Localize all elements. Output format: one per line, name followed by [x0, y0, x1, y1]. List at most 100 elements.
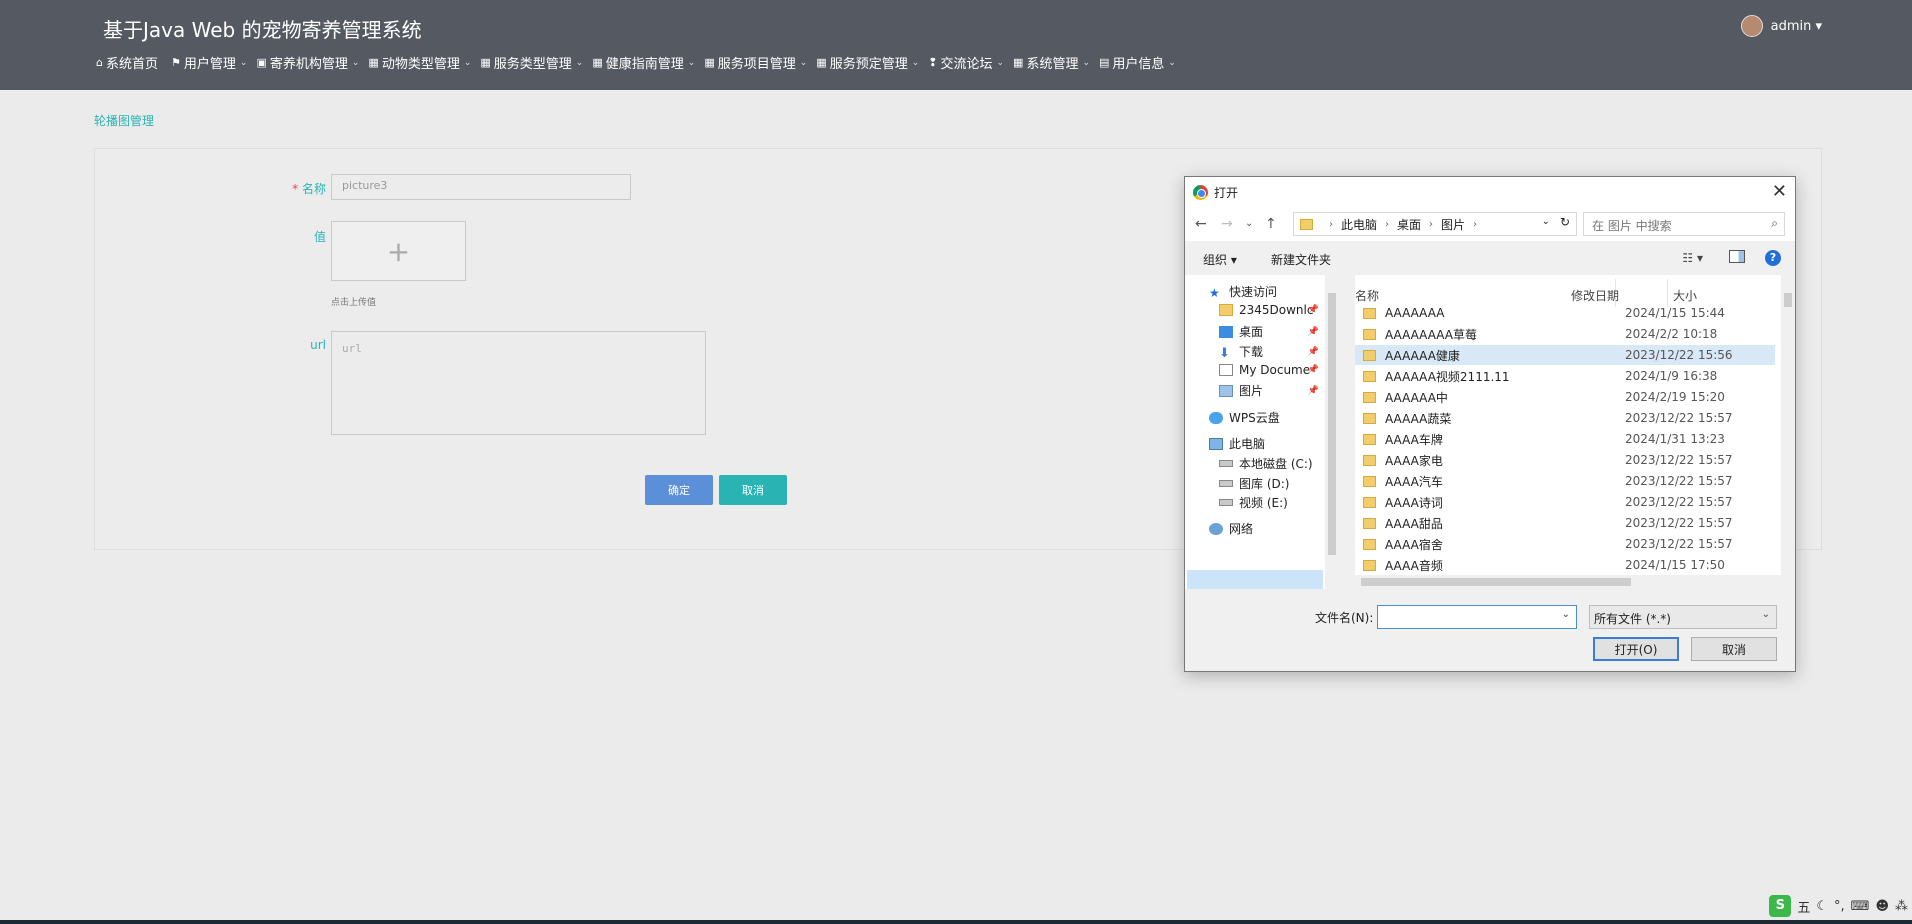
tree-item[interactable]: 此电脑: [1209, 435, 1325, 452]
file-name: AAAAAA健康: [1385, 348, 1460, 363]
chevron-down-icon[interactable]: ⌄: [1562, 609, 1570, 620]
url-textarea[interactable]: url: [331, 331, 706, 435]
pin-icon[interactable]: 📌: [1308, 386, 1319, 396]
cancel-button[interactable]: 取消: [719, 475, 787, 505]
nav-item[interactable]: ⚑ 用户管理 ⌄: [171, 53, 247, 72]
close-icon[interactable]: ✕: [1772, 181, 1787, 202]
tree-item[interactable]: 2345Downlc 📌: [1219, 303, 1325, 317]
ime-toolbar[interactable]: S 五 ☾ °, ⌨ ☻ ⁂: [1769, 895, 1908, 917]
tree-item[interactable]: 桌面 📌: [1219, 323, 1325, 340]
file-row[interactable]: AAAA车牌 2024/1/31 13:23: [1355, 429, 1775, 449]
nav-item[interactable]: ▦ 服务类型管理 ⌄: [480, 53, 583, 72]
image-uploader[interactable]: +: [331, 221, 466, 281]
desktop-icon: [1219, 325, 1233, 338]
help-icon[interactable]: ?: [1765, 250, 1781, 266]
pin-icon[interactable]: 📌: [1308, 365, 1319, 375]
open-button[interactable]: 打开(O): [1593, 637, 1679, 661]
column-size[interactable]: 大小: [1673, 287, 1697, 304]
file-row[interactable]: AAAA音频 2024/1/15 17:50: [1355, 555, 1775, 575]
upload-hint: 点击上传值: [331, 298, 377, 308]
nav-item[interactable]: ❢ 交流论坛 ⌄: [928, 53, 1004, 72]
nav-item[interactable]: ▦ 服务项目管理 ⌄: [704, 53, 807, 72]
keyboard-icon[interactable]: ⌨: [1851, 899, 1870, 914]
address-bar[interactable]: › 此电脑 › 桌面 › 图片 › ⌄ ↻: [1293, 212, 1577, 236]
tree-item-label: 图片: [1239, 384, 1264, 398]
preview-pane-icon[interactable]: [1729, 250, 1745, 263]
filename-input[interactable]: ⌄: [1377, 605, 1577, 629]
file-row[interactable]: AAAAAA视频2111.11 2024/1/9 16:38: [1355, 366, 1775, 386]
path-segment[interactable]: 桌面: [1397, 216, 1421, 233]
refresh-icon[interactable]: ↻: [1560, 215, 1570, 229]
required-mark: *: [292, 182, 299, 196]
filetype-select[interactable]: 所有文件 (*.*) ⌄: [1589, 605, 1777, 629]
column-date[interactable]: 修改日期: [1571, 287, 1619, 304]
up-arrow-icon[interactable]: ↑: [1265, 216, 1277, 232]
tree-item-label: 视频 (E:): [1239, 496, 1288, 510]
tree-item[interactable]: 视频 (E:): [1219, 494, 1325, 511]
nav-item[interactable]: ▦ 服务预定管理 ⌄: [816, 53, 919, 72]
address-row: ← → ⌄ ↑ › 此电脑 › 桌面 › 图片 › ⌄ ↻ 在 图片 中搜索 ⌕: [1185, 207, 1795, 241]
search-input[interactable]: 在 图片 中搜索 ⌕: [1583, 212, 1785, 236]
forward-arrow-icon[interactable]: →: [1221, 216, 1233, 232]
moon-icon[interactable]: ☾: [1816, 899, 1828, 914]
breadcrumb[interactable]: 轮播图管理: [94, 112, 154, 129]
nav-icon: ▦: [368, 56, 379, 69]
file-row[interactable]: AAAAAAAA草莓 2024/2/2 10:18: [1355, 324, 1775, 344]
file-name: AAAAA蔬菜: [1385, 411, 1452, 426]
tree-item[interactable]: My Docume 📌: [1219, 363, 1325, 377]
path-segment[interactable]: 图片: [1441, 216, 1465, 233]
column-name[interactable]: 名称: [1355, 287, 1379, 304]
tree-item[interactable]: 网络: [1209, 520, 1325, 537]
confirm-button[interactable]: 确定: [645, 475, 713, 505]
name-input[interactable]: picture3: [331, 174, 631, 200]
file-row[interactable]: AAAA家电 2023/12/22 15:57: [1355, 450, 1775, 470]
path-segment[interactable]: 此电脑: [1341, 216, 1377, 233]
recent-chevron-icon[interactable]: ⌄: [1245, 218, 1253, 229]
tree-scrollbar[interactable]: [1325, 275, 1339, 589]
file-row[interactable]: AAAAAA中 2024/2/19 15:20: [1355, 387, 1775, 407]
user-menu[interactable]: admin ▾: [1740, 15, 1822, 37]
chevron-down-icon: ⌄: [911, 57, 920, 68]
nav-item[interactable]: ▦ 系统管理 ⌄: [1013, 53, 1090, 72]
punctuation-icon[interactable]: °,: [1834, 899, 1845, 914]
file-row[interactable]: AAAAA蔬菜 2023/12/22 15:57: [1355, 408, 1775, 428]
star-icon: ★: [1209, 285, 1220, 300]
grid-icon[interactable]: ⁂: [1895, 899, 1908, 914]
nav-item[interactable]: ▦ 动物类型管理 ⌄: [368, 53, 471, 72]
pin-icon[interactable]: 📌: [1308, 327, 1319, 337]
file-row[interactable]: AAAA汽车 2023/12/22 15:57: [1355, 471, 1775, 491]
chevron-down-icon[interactable]: ⌄: [1542, 216, 1550, 227]
horizontal-scrollbar[interactable]: [1339, 575, 1795, 589]
file-row[interactable]: AAAA诗词 2023/12/22 15:57: [1355, 492, 1775, 512]
tree-item[interactable]: ⬇ 下载 📌: [1219, 343, 1325, 360]
tree-item[interactable]: 图片 📌: [1219, 382, 1325, 399]
file-list-scrollbar[interactable]: [1781, 275, 1795, 575]
view-options-icon[interactable]: ☷ ▾: [1682, 251, 1703, 265]
user-icon[interactable]: ☻: [1875, 899, 1889, 914]
file-open-dialog: 打开 ✕ ← → ⌄ ↑ › 此电脑 › 桌面 › 图片 › ⌄ ↻ 在 图片 …: [1184, 176, 1796, 672]
dialog-cancel-button[interactable]: 取消: [1691, 637, 1777, 661]
nav-item[interactable]: ⌂ 系统首页: [96, 53, 162, 72]
file-row[interactable]: AAAAAA健康 2023/12/22 15:56: [1355, 345, 1775, 365]
tree-item[interactable]: 本地磁盘 (C:): [1219, 455, 1325, 472]
tree-item[interactable]: 图库 (D:): [1219, 475, 1325, 492]
file-date: 2024/2/19 15:20: [1625, 390, 1725, 404]
nav-label: 交流论坛: [940, 57, 993, 72]
organize-button[interactable]: 组织 ▾: [1203, 251, 1237, 268]
back-arrow-icon[interactable]: ←: [1195, 216, 1207, 232]
cloud-icon: [1209, 411, 1223, 424]
nav-item[interactable]: ▦ 健康指南管理 ⌄: [592, 53, 695, 72]
nav-item[interactable]: ▣ 寄养机构管理 ⌄: [256, 53, 359, 72]
chevron-down-icon: ⌄: [1168, 57, 1176, 68]
tree-item[interactable]: ★ 快速访问: [1209, 283, 1325, 300]
file-row[interactable]: AAAAAAA 2024/1/15 15:44: [1355, 303, 1775, 323]
ime-mode[interactable]: 五: [1797, 897, 1810, 916]
file-row[interactable]: AAAA甜品 2023/12/22 15:57: [1355, 513, 1775, 533]
nav-item[interactable]: ▤ 用户信息 ⌄: [1099, 53, 1176, 72]
file-row[interactable]: AAAA宿舍 2023/12/22 15:57: [1355, 534, 1775, 554]
tree-item[interactable]: WPS云盘: [1209, 409, 1325, 426]
pin-icon[interactable]: 📌: [1308, 305, 1319, 315]
new-folder-button[interactable]: 新建文件夹: [1271, 251, 1331, 268]
chevron-right-icon: ›: [1473, 218, 1478, 230]
pin-icon[interactable]: 📌: [1308, 347, 1319, 357]
